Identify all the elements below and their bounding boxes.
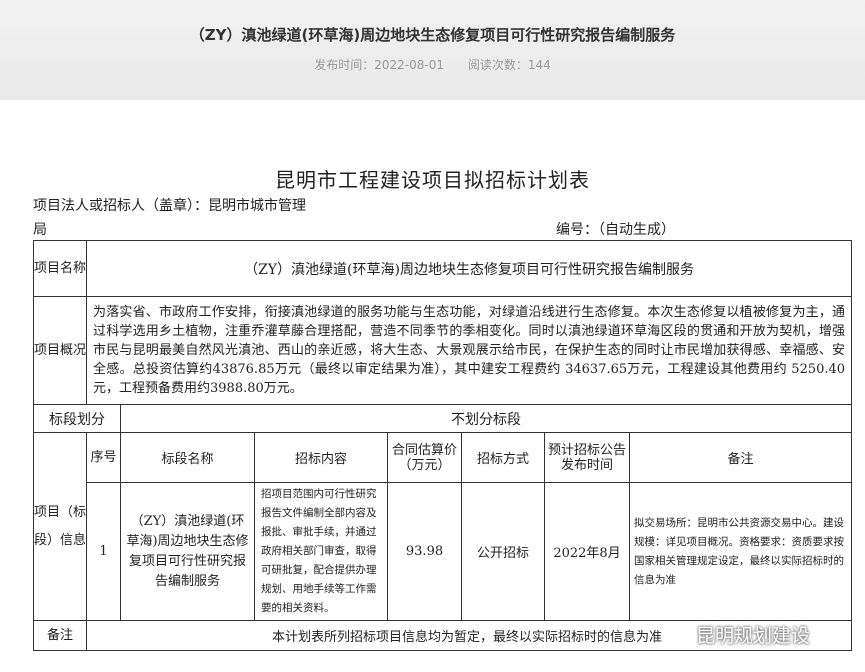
note-label: 备注 bbox=[33, 620, 87, 651]
owner-line-1: 项目法人或招标人（盖章）：昆明市城市管理 bbox=[33, 198, 306, 214]
row-seq: 1 bbox=[86, 482, 121, 621]
row-content: 招项目范围内可行性研究报告文件编制全部内容及报批、审批手续，并通过政府相关部门审… bbox=[254, 482, 388, 621]
col-header-name: 标段名称 bbox=[120, 432, 255, 483]
view-count: 阅读次数：144 bbox=[467, 58, 551, 72]
row-price: 93.98 bbox=[387, 482, 462, 621]
owner-line-2: 局 bbox=[33, 222, 47, 238]
col-header-price: 合同估算价（万元） bbox=[387, 432, 462, 483]
article-title: （ZY）滇池绿道(环草海)周边地块生态修复项目可行性研究报告编制服务 bbox=[189, 26, 676, 44]
overview-label: 项目概况 bbox=[33, 296, 87, 405]
row-section-name: （ZY）滇池绿道(环草海)周边地块生态修复项目可行性研究报告编制服务 bbox=[120, 482, 255, 621]
project-name-label: 项目名称 bbox=[33, 240, 87, 297]
division-label: 标段划分 bbox=[33, 404, 121, 433]
watermark-text: 昆明规划建设 bbox=[696, 625, 811, 647]
publish-date: 发布时间：2022-08-01 bbox=[314, 58, 444, 72]
row-remark: 拟交易场所：昆明市公共资源交易中心。建设规模：详见项目概况。资格要求：资质要求按… bbox=[628, 482, 853, 621]
serial-number: 编号：（自动生成） bbox=[556, 222, 675, 238]
col-header-remark: 备注 bbox=[628, 432, 853, 483]
article-header bbox=[0, 0, 865, 100]
col-header-content: 招标内容 bbox=[254, 432, 388, 483]
col-header-date: 预计招标公告发布时间 bbox=[544, 432, 630, 483]
section-info-label: 项目（标段）信息 bbox=[33, 432, 87, 621]
project-name-value: （ZY）滇池绿道(环草海)周边地块生态修复项目可行性研究报告编制服务 bbox=[85, 240, 853, 297]
row-method: 公开招标 bbox=[461, 482, 545, 621]
document-title: 昆明市工程建设项目拟招标计划表 bbox=[275, 168, 590, 192]
wechat-icon bbox=[668, 625, 690, 643]
division-value: 不划分标段 bbox=[119, 404, 853, 433]
col-header-method: 招标方式 bbox=[461, 432, 545, 483]
wechat-watermark: 昆明规划建设 bbox=[668, 621, 810, 648]
overview-text: 为落实省、市政府工作安排，衔接滇池绿道的服务功能与生态功能，对绿道沿线进行生态修… bbox=[85, 296, 853, 405]
row-date: 2022年8月 bbox=[544, 482, 630, 621]
bidding-plan-table: 项目名称 （ZY）滇池绿道(环草海)周边地块生态修复项目可行性研究报告编制服务 … bbox=[33, 240, 853, 651]
article-meta: 发布时间：2022-08-01 阅读次数：144 bbox=[0, 56, 865, 73]
col-header-seq: 序号 bbox=[86, 432, 121, 483]
